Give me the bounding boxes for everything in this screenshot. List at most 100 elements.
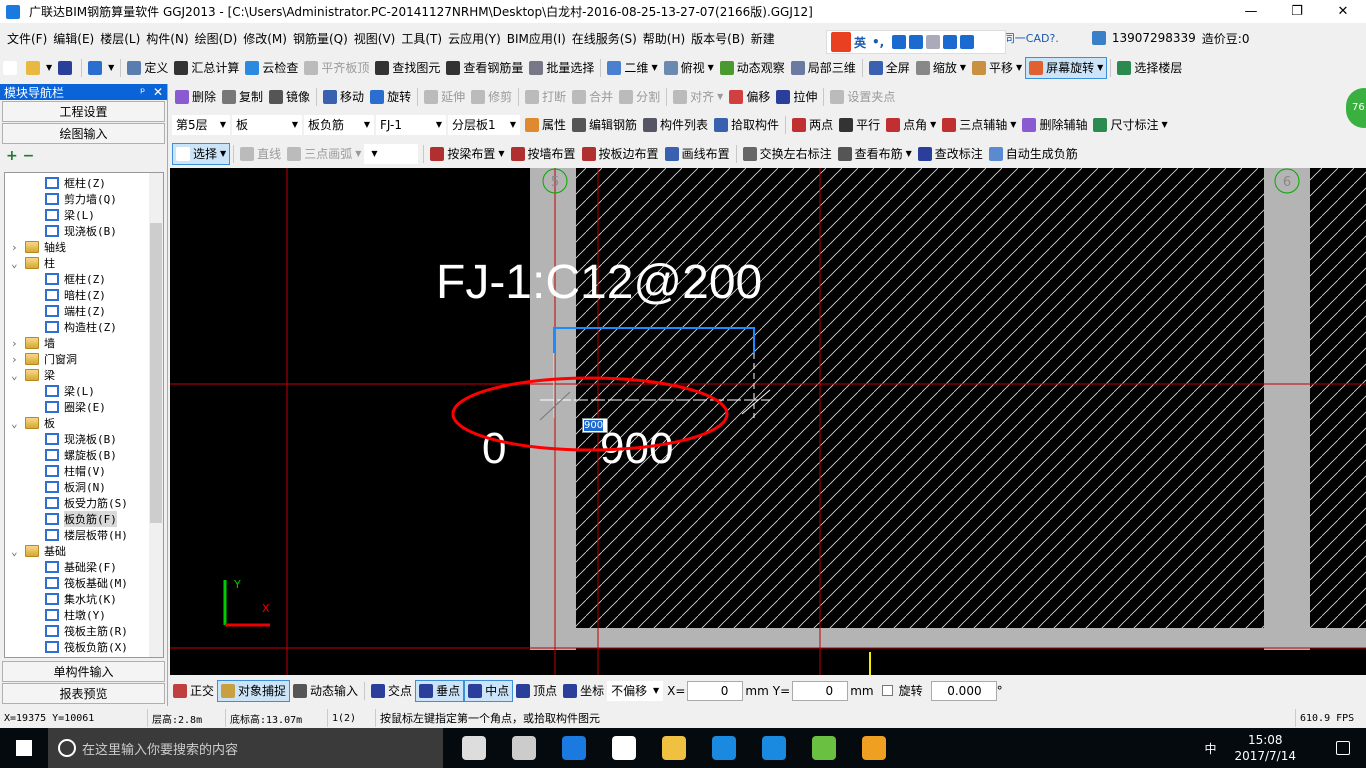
toolbar-combo[interactable]: 板 ▼: [232, 114, 302, 135]
move-button[interactable]: 移动: [320, 86, 367, 108]
tree-item[interactable]: 柱墩(Y): [5, 607, 163, 623]
parallel-button[interactable]: 平行: [836, 114, 883, 136]
place-by-slab-edge-button[interactable]: 按板边布置: [579, 143, 662, 165]
menu-item[interactable]: 楼层(L): [97, 30, 143, 47]
hatched-slab-right[interactable]: [1310, 168, 1366, 628]
chevron-down-icon[interactable]: ▼: [1097, 63, 1103, 72]
menu-item[interactable]: 编辑(E): [50, 30, 97, 47]
edit-rebar-button[interactable]: 编辑钢筋: [569, 114, 640, 136]
expander-icon[interactable]: ›: [11, 353, 25, 366]
y-input[interactable]: 0: [792, 680, 849, 701]
screen-rotate-button[interactable]: 屏幕旋转 ▼: [1025, 56, 1108, 79]
chevron-down-icon[interactable]: ▼: [108, 63, 114, 72]
pan-button[interactable]: 平移 ▼: [969, 57, 1025, 79]
length-input-value[interactable]: 900: [584, 420, 604, 431]
chevron-down-icon[interactable]: ▼: [930, 120, 936, 129]
tree-folder[interactable]: ⌄ 板: [5, 415, 163, 431]
extend-button[interactable]: 延伸: [421, 86, 468, 108]
delete-axis-button[interactable]: 删除辅轴: [1019, 114, 1090, 136]
scrollbar-thumb[interactable]: [150, 223, 162, 523]
edit-label-button[interactable]: 查改标注: [915, 143, 986, 165]
project-settings-button[interactable]: 工程设置: [2, 101, 165, 122]
keyboard-icon[interactable]: [909, 35, 924, 49]
zoom-button[interactable]: 缩放 ▼: [913, 57, 969, 79]
close-button[interactable]: ✕: [1320, 0, 1366, 23]
draw-input-button[interactable]: 绘图输入: [2, 123, 165, 144]
microphone-icon[interactable]: [892, 35, 907, 49]
align-top-button[interactable]: 平齐板顶: [301, 57, 372, 79]
merge-button[interactable]: 合并: [569, 86, 616, 108]
open-folder-button[interactable]: ▼: [23, 57, 55, 79]
perpendicular-button[interactable]: 垂点: [415, 679, 465, 702]
notification-icon[interactable]: [1336, 741, 1350, 755]
wrench-icon[interactable]: [960, 35, 975, 49]
wall-column-right[interactable]: [1264, 168, 1310, 650]
tray-ime[interactable]: 中: [1204, 740, 1216, 757]
chevron-down-icon[interactable]: ▼: [1010, 120, 1016, 129]
intersection-button[interactable]: 交点: [368, 680, 415, 702]
taskbar-app-icon[interactable]: [849, 728, 899, 768]
three-point-axis-button[interactable]: 三点辅轴 ▼: [939, 114, 1019, 136]
chevron-down-icon[interactable]: ▼: [960, 63, 966, 72]
top-view-button[interactable]: 俯视 ▼: [661, 57, 717, 79]
toolbar-combo[interactable]: ▼: [364, 143, 419, 164]
ime-punct[interactable]: •,: [872, 35, 884, 49]
auto-negative-rebar-button[interactable]: 自动生成负筋: [986, 143, 1081, 165]
tree-folder[interactable]: ⌄ 基础: [5, 543, 163, 559]
tree-item[interactable]: 现浇板(B): [5, 223, 163, 239]
taskbar-app-icon[interactable]: [749, 728, 799, 768]
midpoint-button[interactable]: 中点: [464, 679, 514, 702]
taskbar-search[interactable]: 在这里输入你要搜索的内容: [48, 728, 443, 768]
minimize-button[interactable]: —: [1228, 0, 1274, 23]
collapse-all-icon[interactable]: −: [23, 148, 35, 164]
expander-icon[interactable]: ⌄: [11, 417, 25, 430]
toolbar-combo[interactable]: 分层板1 ▼: [448, 114, 520, 135]
mirror-button[interactable]: 镜像: [266, 86, 313, 108]
chevron-down-icon[interactable]: ▼: [708, 63, 714, 72]
binoculars-button[interactable]: 查找图元: [372, 57, 443, 79]
vertex-button[interactable]: 顶点: [513, 680, 560, 702]
tree-item[interactable]: 筏板基础(M): [5, 575, 163, 591]
tree-folder[interactable]: ⌄ 梁: [5, 367, 163, 383]
rebar-view-button[interactable]: 查看钢筋量: [443, 57, 526, 79]
report-preview-button[interactable]: 报表预览: [2, 683, 165, 704]
windows-start-icon[interactable]: [16, 740, 32, 756]
tree-item[interactable]: 板受力筋(S): [5, 495, 163, 511]
object-snap-button[interactable]: 对象捕捉: [217, 679, 291, 702]
wall-beam[interactable]: [530, 628, 1366, 648]
sigma-button[interactable]: 汇总计算: [171, 57, 242, 79]
drawing-canvas[interactable]: 5 6 FJ-1:C12@200 0 900 Y X 900: [170, 168, 1366, 675]
chevron-down-icon[interactable]: ▼: [46, 63, 52, 72]
single-component-input-button[interactable]: 单构件输入: [2, 661, 165, 682]
pick-component-button[interactable]: 拾取构件: [711, 114, 782, 136]
wall-column[interactable]: [530, 168, 576, 650]
expander-icon[interactable]: ⌄: [11, 257, 25, 270]
copy-button[interactable]: 复制: [219, 86, 266, 108]
chevron-down-icon[interactable]: ▼: [498, 149, 504, 158]
menu-item[interactable]: 工具(T): [398, 30, 445, 47]
tree-item[interactable]: 柱帽(V): [5, 463, 163, 479]
rotate-checkbox[interactable]: [881, 685, 893, 696]
toolbar-combo[interactable]: 第5层 ▼: [172, 114, 230, 135]
menu-item[interactable]: 在线服务(S): [569, 30, 640, 47]
tree-folder[interactable]: › 轴线: [5, 239, 163, 255]
expand-all-icon[interactable]: +: [6, 148, 18, 164]
orbit-button[interactable]: 动态观察: [717, 57, 788, 79]
undo-button[interactable]: ▼: [85, 57, 117, 79]
align-button[interactable]: 对齐 ▼: [670, 86, 726, 108]
expander-icon[interactable]: ›: [11, 337, 25, 350]
offset-select[interactable]: 不偏移 ▼: [607, 680, 664, 701]
taskbar-app-icon[interactable]: [449, 728, 499, 768]
draw-line-place-button[interactable]: 画线布置: [662, 143, 733, 165]
break-button[interactable]: 打断: [522, 86, 569, 108]
component-list-button[interactable]: 构件列表: [640, 114, 711, 136]
rotate-button[interactable]: 旋转: [367, 86, 414, 108]
tree-item[interactable]: 构造柱(Z): [5, 319, 163, 335]
delete-button[interactable]: 删除: [172, 86, 219, 108]
ime-lang[interactable]: 英: [854, 34, 866, 51]
select-cursor-button[interactable]: 选择 ▼: [172, 142, 231, 165]
tree-scrollbar[interactable]: [149, 173, 163, 657]
menu-item[interactable]: 修改(M): [240, 30, 290, 47]
expander-icon[interactable]: ›: [11, 241, 25, 254]
arc-button[interactable]: 三点画弧 ▼: [284, 143, 364, 165]
